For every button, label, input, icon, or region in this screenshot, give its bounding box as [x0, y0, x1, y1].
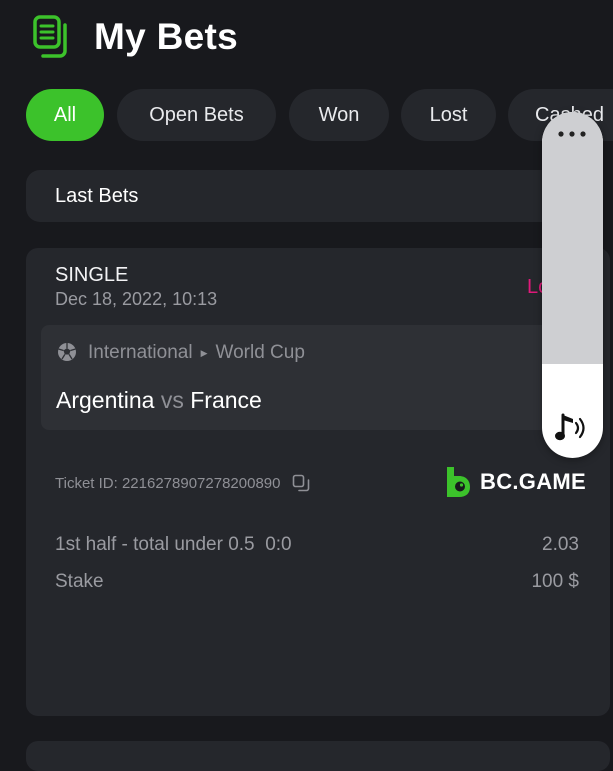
brand-name: BC.GAME	[480, 469, 586, 494]
match-info[interactable]: International ▶ World Cup Argentina vs F…	[41, 325, 601, 430]
stake-row: Stake 100 $	[55, 571, 579, 593]
brand-logo: BC.GAME	[445, 466, 586, 498]
selection-score: 0:0	[265, 534, 292, 555]
bc-game-logo-icon	[447, 467, 470, 497]
bet-card[interactable]: SINGLE Dec 18, 2022, 10:13 Lost Internat…	[26, 248, 610, 716]
copy-icon[interactable]	[292, 474, 310, 492]
last-bets-label: Last Bets	[55, 185, 139, 207]
vs-label: vs	[160, 387, 184, 413]
filter-won-chip[interactable]: Won	[289, 89, 389, 141]
ticket-id-label: Ticket ID:	[55, 474, 118, 492]
bet-filter-tabs: All Open Bets Won Lost Cashed	[26, 89, 613, 141]
category-label: International	[88, 342, 193, 363]
match-teams: Argentina vs France	[56, 387, 262, 414]
bets-list-icon	[33, 15, 67, 58]
filter-all-chip[interactable]: All	[26, 89, 104, 141]
filter-lost-chip[interactable]: Lost	[401, 89, 496, 141]
more-horizontal-icon[interactable]	[542, 124, 603, 144]
soccer-ball-icon	[58, 343, 76, 361]
league-label: World Cup	[215, 342, 305, 363]
away-team: France	[190, 387, 262, 413]
ticket-id-value: 2216278907278200890	[121, 474, 281, 492]
ticket-id-row: Ticket ID: 2216278907278200890	[55, 474, 310, 492]
last-bets-section-header[interactable]: Last Bets	[26, 170, 586, 222]
bet-date: Dec 18, 2022, 10:13	[55, 289, 218, 309]
music-note-sound-icon[interactable]	[554, 411, 590, 445]
stake-value: 100 $	[531, 571, 579, 592]
floating-volume-panel[interactable]	[542, 112, 603, 458]
match-competition: International ▶ World Cup	[88, 342, 305, 364]
home-team: Argentina	[56, 387, 155, 413]
odds-value: 2.03	[542, 534, 579, 555]
page-header: My Bets	[32, 14, 238, 60]
selection-row: 1st half - total under 0.5 0:0 2.03	[55, 534, 579, 556]
volume-track[interactable]	[542, 112, 603, 364]
selection-market: 1st half - total under 0.5	[55, 534, 255, 555]
filter-open-bets-chip[interactable]: Open Bets	[117, 89, 276, 141]
bet-type-label: SINGLE	[55, 264, 129, 286]
page-title: My Bets	[94, 16, 238, 57]
breadcrumb-arrow-icon: ▶	[200, 347, 208, 358]
stake-label: Stake	[55, 571, 104, 592]
next-bet-card[interactable]	[26, 741, 610, 771]
